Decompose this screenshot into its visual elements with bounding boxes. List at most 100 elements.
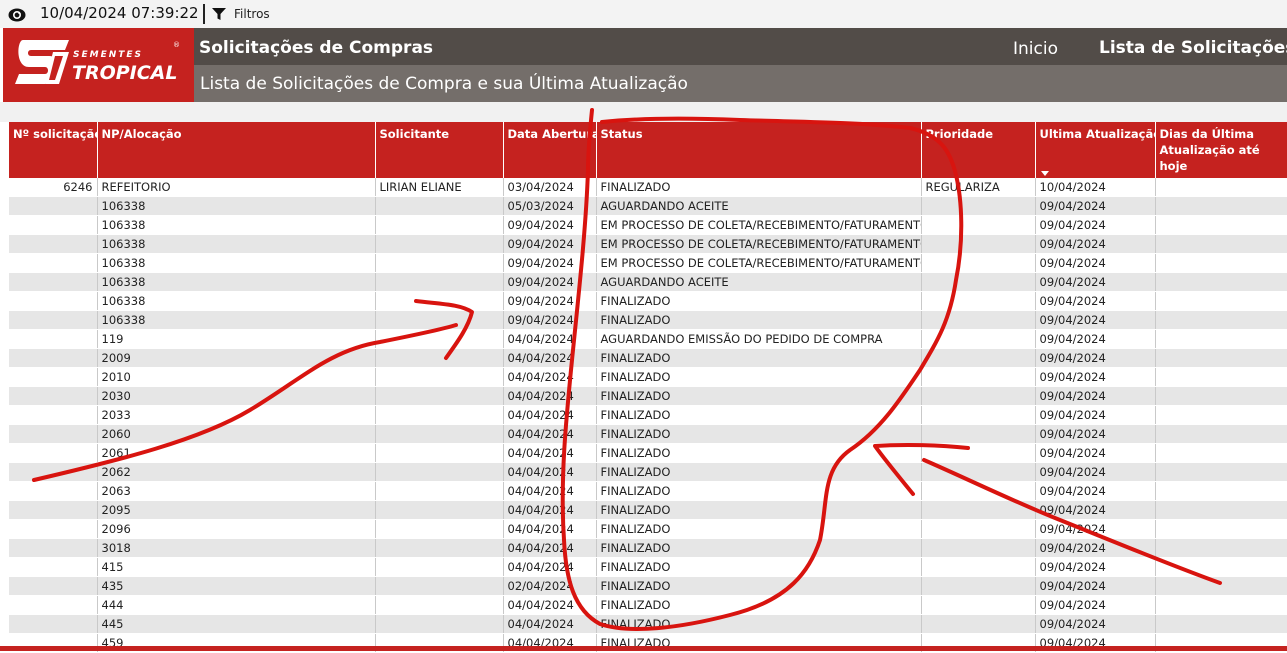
cell-numero [9, 576, 98, 596]
table-row[interactable]: 2010 04/04/2024 FINALIZADO 09/04/2024 [9, 367, 1287, 387]
cell-ultima-atualizacao: 09/04/2024 [1035, 481, 1156, 501]
cell-prioridade [921, 215, 1036, 235]
table-row[interactable]: 3018 04/04/2024 FINALIZADO 09/04/2024 [9, 538, 1287, 558]
cell-status: FINALIZADO [596, 462, 922, 482]
cell-dias [1155, 500, 1287, 520]
table-row[interactable]: 106338 09/04/2024 EM PROCESSO DE COLETA/RE… [9, 234, 1287, 254]
cell-solicitante [375, 424, 504, 444]
cell-np-alocacao: 106338 [97, 234, 376, 254]
cell-solicitante [375, 386, 504, 406]
cell-dias [1155, 367, 1287, 387]
cell-numero [9, 234, 98, 254]
nav-lista-solicitacoes-link[interactable]: Lista de Solicitações [1099, 38, 1287, 58]
refresh-icon[interactable] [8, 6, 26, 22]
table-row[interactable]: 435 02/04/2024 FINALIZADO 09/04/2024 [9, 576, 1287, 596]
cell-status: FINALIZADO [596, 178, 922, 197]
cell-numero [9, 215, 98, 235]
table-row[interactable]: 106338 09/04/2024 FINALIZADO 09/04/2024 [9, 291, 1287, 311]
cell-solicitante: LIRIAN ELIANE [375, 178, 504, 197]
cell-ultima-atualizacao: 09/04/2024 [1035, 310, 1156, 330]
filters-button[interactable]: Filtros [234, 7, 270, 21]
table-row[interactable]: 119 04/04/2024 AGUARDANDO EMISSÃO DO PEDID… [9, 329, 1287, 349]
table-row[interactable]: 106338 09/04/2024 EM PROCESSO DE COLETA/RE… [9, 215, 1287, 235]
column-header-numero[interactable]: Nº solicitação [9, 122, 98, 178]
cell-data-abertura: 09/04/2024 [503, 310, 597, 330]
table-row[interactable]: 445 04/04/2024 FINALIZADO 09/04/2024 [9, 614, 1287, 634]
cell-status: FINALIZADO [596, 519, 922, 539]
table-row[interactable]: 2030 04/04/2024 FINALIZADO 09/04/2024 [9, 386, 1287, 406]
cell-dias [1155, 462, 1287, 482]
cell-solicitante [375, 443, 504, 463]
cell-status: FINALIZADO [596, 614, 922, 634]
column-header-ultima-atualizacao[interactable]: Ultima Atualização [1035, 122, 1156, 178]
cell-np-alocacao: 2096 [97, 519, 376, 539]
cell-data-abertura: 09/04/2024 [503, 234, 597, 254]
cell-prioridade [921, 405, 1036, 425]
cell-dias [1155, 595, 1287, 615]
cell-prioridade [921, 462, 1036, 482]
cell-ultima-atualizacao: 09/04/2024 [1035, 234, 1156, 254]
cell-prioridade [921, 614, 1036, 634]
table-row[interactable]: 106338 09/04/2024 AGUARDANDO ACEITE 09/04/2… [9, 272, 1287, 292]
table-row[interactable]: 2095 04/04/2024 FINALIZADO 09/04/2024 [9, 500, 1287, 520]
cell-numero [9, 538, 98, 558]
cell-solicitante [375, 329, 504, 349]
cell-data-abertura: 02/04/2024 [503, 576, 597, 596]
table-row[interactable]: 106338 05/03/2024 AGUARDANDO ACEITE 09/04/2… [9, 196, 1287, 216]
table-row[interactable]: 2061 04/04/2024 FINALIZADO 09/04/2024 [9, 443, 1287, 463]
cell-np-alocacao: 3018 [97, 538, 376, 558]
table-row[interactable]: 415 04/04/2024 FINALIZADO 09/04/2024 [9, 557, 1287, 577]
cell-prioridade [921, 272, 1036, 292]
table-row[interactable]: 2096 04/04/2024 FINALIZADO 09/04/2024 [9, 519, 1287, 539]
column-header-np-alocacao[interactable]: NP/Alocação [97, 122, 376, 178]
cell-ultima-atualizacao: 09/04/2024 [1035, 196, 1156, 216]
cell-data-abertura: 09/04/2024 [503, 253, 597, 273]
cell-status: FINALIZADO [596, 500, 922, 520]
cell-solicitante [375, 310, 504, 330]
page-subtitle: Lista de Solicitações de Compra e sua Úl… [200, 74, 688, 94]
sort-descending-icon [1040, 171, 1049, 176]
cell-numero [9, 253, 98, 273]
cell-prioridade [921, 234, 1036, 254]
cell-status: EM PROCESSO DE COLETA/RECEBIMENTO/FATURA… [596, 234, 922, 254]
toolbar-divider [203, 4, 205, 24]
cell-prioridade [921, 557, 1036, 577]
cell-numero: 6246 [9, 178, 98, 197]
funnel-icon[interactable] [212, 7, 226, 21]
cell-numero [9, 348, 98, 368]
cell-ultima-atualizacao: 09/04/2024 [1035, 253, 1156, 273]
table-row[interactable]: 2009 04/04/2024 FINALIZADO 09/04/2024 [9, 348, 1287, 368]
column-header-data-abertura[interactable]: Data Abertura [503, 122, 597, 178]
table-row[interactable]: 2033 04/04/2024 FINALIZADO 09/04/2024 [9, 405, 1287, 425]
table-row[interactable]: 2060 04/04/2024 FINALIZADO 09/04/2024 [9, 424, 1287, 444]
nav-inicio-link[interactable]: Inicio [1013, 39, 1058, 59]
cell-data-abertura: 04/04/2024 [503, 462, 597, 482]
column-header-prioridade[interactable]: Prioridade [921, 122, 1036, 178]
cell-dias [1155, 424, 1287, 444]
bottom-scroll-bar[interactable] [0, 646, 1287, 651]
column-header-dias[interactable]: Dias da Última Atualização até hoje [1155, 122, 1287, 178]
cell-dias [1155, 538, 1287, 558]
table-row[interactable]: 6246 REFEITORIO LIRIAN ELIANE 03/04/2024 FIN… [9, 178, 1287, 197]
table-row[interactable]: 2062 04/04/2024 FINALIZADO 09/04/2024 [9, 462, 1287, 482]
cell-dias [1155, 253, 1287, 273]
cell-numero [9, 424, 98, 444]
cell-status: FINALIZADO [596, 386, 922, 406]
table-row[interactable]: 444 04/04/2024 FINALIZADO 09/04/2024 [9, 595, 1287, 615]
cell-dias [1155, 519, 1287, 539]
cell-data-abertura: 04/04/2024 [503, 348, 597, 368]
cell-status: EM PROCESSO DE COLETA/RECEBIMENTO/FATURA… [596, 253, 922, 273]
table-row[interactable]: 106338 09/04/2024 EM PROCESSO DE COLETA/RE… [9, 253, 1287, 273]
cell-solicitante [375, 196, 504, 216]
cell-np-alocacao: 119 [97, 329, 376, 349]
table-row[interactable]: 2063 04/04/2024 FINALIZADO 09/04/2024 [9, 481, 1287, 501]
column-header-status[interactable]: Status [596, 122, 922, 178]
table-row[interactable]: 106338 09/04/2024 FINALIZADO 09/04/2024 [9, 310, 1287, 330]
cell-ultima-atualizacao: 09/04/2024 [1035, 576, 1156, 596]
cell-ultima-atualizacao: 09/04/2024 [1035, 386, 1156, 406]
cell-solicitante [375, 272, 504, 292]
cell-data-abertura: 09/04/2024 [503, 215, 597, 235]
cell-data-abertura: 04/04/2024 [503, 519, 597, 539]
cell-prioridade [921, 348, 1036, 368]
column-header-solicitante[interactable]: Solicitante [375, 122, 504, 178]
